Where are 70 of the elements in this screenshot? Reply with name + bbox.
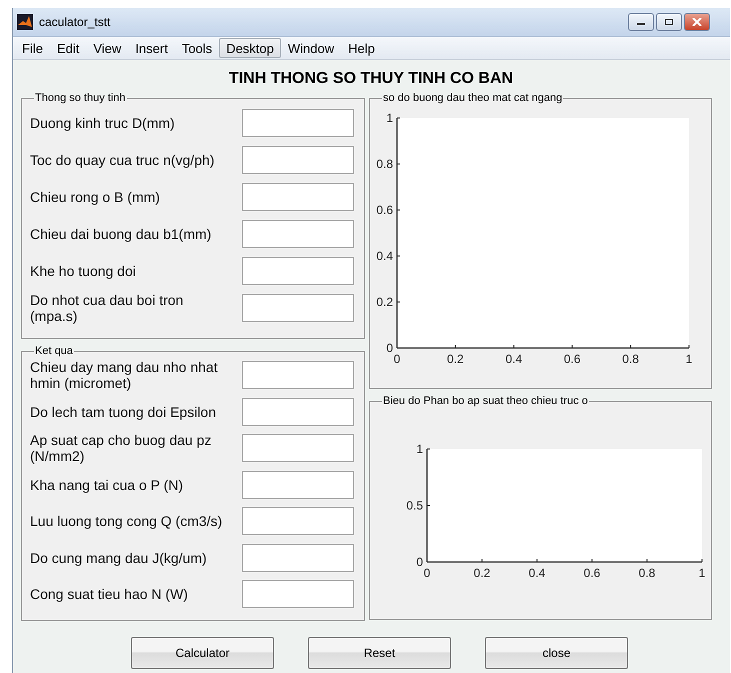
maximize-icon: [664, 18, 674, 26]
input-field[interactable]: [242, 108, 354, 136]
field-label: Luu luong tong cong Q (cm3/s): [30, 513, 224, 530]
x-tick-label: 0.8: [638, 566, 656, 580]
input-field[interactable]: [242, 507, 354, 536]
x-tick-label: 1: [686, 352, 692, 366]
menu-item[interactable]: Edit: [50, 38, 86, 58]
input-field[interactable]: [242, 294, 354, 322]
y-tick-label: 0.8: [376, 157, 393, 171]
maximize-button[interactable]: [656, 13, 682, 31]
y-tick-label: 0.2: [376, 295, 393, 309]
x-tick-label: 1: [698, 566, 706, 580]
input-field[interactable]: [242, 580, 354, 608]
input-field[interactable]: [242, 434, 354, 462]
field-label: Kha nang tai cua o P (N): [30, 476, 184, 493]
field-label: Do nhot cua dau boi tron (mpa.s): [30, 292, 184, 324]
app-icon: [17, 14, 33, 30]
input-field[interactable]: [242, 544, 354, 572]
menu-item[interactable]: Tools: [174, 38, 220, 58]
field-label: Do lech tam tuong doi Epsilon: [30, 404, 217, 420]
close-icon: [692, 18, 702, 26]
input-field[interactable]: [242, 220, 354, 248]
menu-item[interactable]: Help: [341, 38, 382, 58]
y-tick-label: 1: [416, 442, 423, 456]
x-tick-label: 0.4: [528, 566, 546, 580]
action-button[interactable]: Reset: [308, 637, 451, 669]
field-label: Ap suat cap cho buog dau pz (N/mm2): [30, 432, 212, 464]
x-tick-label: 0.8: [622, 352, 639, 366]
menu-item[interactable]: Insert: [128, 38, 175, 58]
menu-item[interactable]: View: [86, 38, 128, 58]
input-field[interactable]: [242, 256, 354, 284]
menu-item[interactable]: Window: [280, 38, 342, 58]
x-tick-label: 0.4: [505, 352, 522, 366]
x-tick-label: 0.6: [584, 566, 600, 580]
field-label: Chieu day mang dau nho nhat hmin (micromet): [30, 359, 219, 392]
field-label: Duong kinh truc D(mm): [30, 114, 176, 130]
field-label: Chieu rong o B (mm): [30, 188, 161, 204]
x-tick-label: 0: [394, 352, 400, 366]
menu-item[interactable]: Desktop: [219, 38, 281, 58]
x-tick-label: 0: [424, 566, 430, 580]
group-title: Thong so thuy tinh: [34, 92, 127, 104]
chart-title: so do buong dau theo mat cat ngang: [382, 92, 564, 104]
x-tick-label: 0.2: [447, 352, 464, 366]
input-field[interactable]: [242, 398, 354, 426]
field-label: Do cung mang dau J(kg/um): [30, 550, 208, 566]
input-field[interactable]: [242, 146, 354, 174]
x-tick-label: 0.6: [564, 352, 581, 366]
y-tick-label: 0: [386, 341, 393, 355]
y-tick-label: 0.6: [376, 203, 393, 217]
input-field[interactable]: [242, 470, 354, 499]
field-label: Khe ho tuong doi: [30, 262, 137, 278]
field-label: Cong suat tieu hao N (W): [30, 586, 189, 602]
close-button[interactable]: [684, 13, 710, 31]
input-field[interactable]: [242, 182, 354, 210]
minimize-button[interactable]: [628, 13, 654, 31]
x-tick-label: 0.2: [474, 566, 490, 580]
field-label: Toc do quay cua truc n(vg/ph): [30, 152, 216, 168]
chart-title: Bieu do Phan bo ap suat theo chieu truc o: [382, 395, 589, 407]
action-button[interactable]: Calculator: [131, 637, 274, 669]
y-tick-label: 0: [416, 555, 423, 569]
y-tick-label: 1: [386, 111, 393, 125]
field-label: Chieu dai buong dau b1(mm): [30, 226, 212, 242]
window-title: caculator_tstt: [39, 15, 110, 29]
group-title: Ket qua: [34, 345, 74, 357]
input-field[interactable]: [242, 361, 354, 390]
menu-item[interactable]: File: [15, 38, 50, 58]
page-heading: TINH THONG SO THUY TINH CO BAN: [228, 70, 514, 89]
y-tick-label: 0.4: [376, 249, 393, 263]
y-tick-label: 0.5: [406, 498, 423, 512]
action-button[interactable]: close: [485, 637, 628, 669]
